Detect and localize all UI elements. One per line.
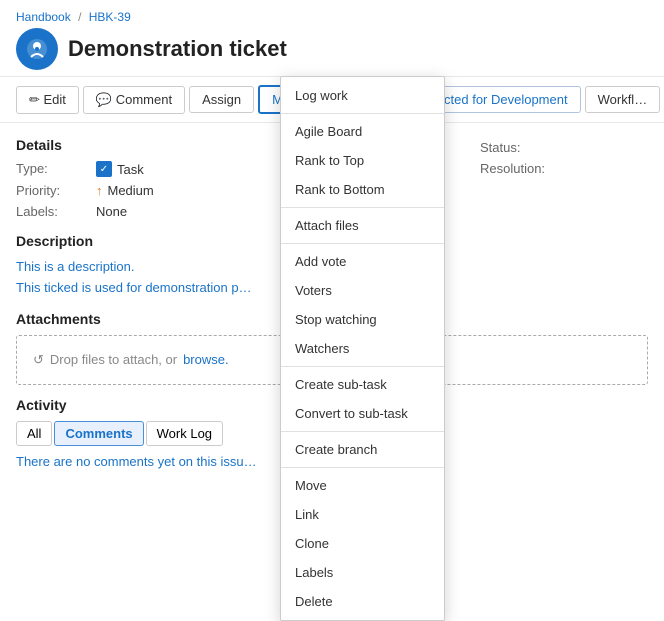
status-panel: Status: Resolution: [464,130,664,192]
menu-item-voters[interactable]: Voters [281,276,444,305]
menu-item-agile-board[interactable]: Agile Board [281,117,444,146]
logo-icon [16,28,58,70]
resolution-label: Resolution: [480,161,545,176]
workflow-button[interactable]: Workfl… [585,86,661,113]
menu-item-labels[interactable]: Labels [281,558,444,587]
resolution-row: Resolution: [480,161,648,176]
task-checkbox-icon: ✓ [96,161,112,177]
edit-button[interactable]: ✏ Edit [16,86,79,114]
tab-worklog[interactable]: Work Log [146,421,223,446]
type-label: Type: [16,161,96,177]
menu-item-link[interactable]: Link [281,500,444,529]
menu-item-stop-watching[interactable]: Stop watching [281,305,444,334]
breadcrumb-ticket-id[interactable]: HBK-39 [89,10,131,24]
menu-item-move[interactable]: Move [281,471,444,500]
priority-text: Medium [108,183,154,198]
tab-comments[interactable]: Comments [54,421,143,446]
type-text: Task [117,162,144,177]
assign-button[interactable]: Assign [189,86,254,113]
upload-icon: ↺ [33,352,44,368]
menu-item-rank-top[interactable]: Rank to Top [281,146,444,175]
comment-button[interactable]: 💬 Comment [83,86,185,114]
menu-divider-6 [281,467,444,468]
menu-item-attach-files[interactable]: Attach files [281,211,444,240]
breadcrumb: Handbook / HBK-39 [16,10,648,24]
more-dropdown-menu: Log work Agile Board Rank to Top Rank to… [280,76,445,621]
menu-divider-2 [281,207,444,208]
browse-link[interactable]: browse. [183,352,229,367]
labels-label: Labels: [16,204,96,219]
menu-item-clone[interactable]: Clone [281,529,444,558]
menu-divider-4 [281,366,444,367]
priority-arrow-icon: ↑ [96,183,103,198]
status-row: Status: [480,140,648,155]
menu-item-delete[interactable]: Delete [281,587,444,616]
header-top: Demonstration ticket [16,28,648,70]
status-label: Status: [480,140,520,155]
drop-text: Drop files to attach, or [50,352,177,367]
page-title: Demonstration ticket [68,36,287,62]
menu-item-rank-bottom[interactable]: Rank to Bottom [281,175,444,204]
menu-item-create-branch[interactable]: Create branch [281,435,444,464]
tab-all[interactable]: All [16,421,52,446]
priority-label: Priority: [16,183,96,198]
breadcrumb-handbook[interactable]: Handbook [16,10,71,24]
header-bar: Handbook / HBK-39 Demonstration ticket [0,0,664,77]
menu-item-add-vote[interactable]: Add vote [281,247,444,276]
menu-divider-5 [281,431,444,432]
menu-item-create-subtask[interactable]: Create sub-task [281,370,444,399]
menu-divider-3 [281,243,444,244]
menu-item-log-work[interactable]: Log work [281,81,444,110]
breadcrumb-separator: / [78,10,81,24]
menu-item-watchers[interactable]: Watchers [281,334,444,363]
menu-divider-1 [281,113,444,114]
menu-item-convert-subtask[interactable]: Convert to sub-task [281,399,444,428]
